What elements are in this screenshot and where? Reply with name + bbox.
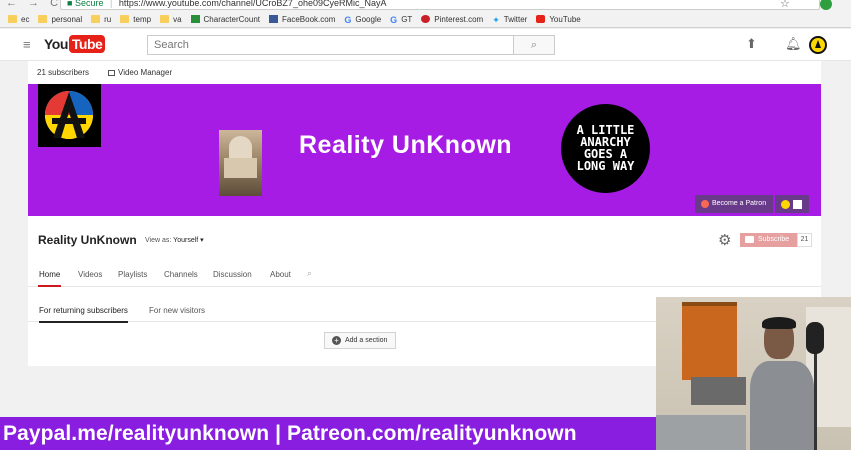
promo-text: Paypal.me/realityunknown | Patreon.com/r…	[3, 422, 577, 445]
video-manager-icon	[108, 70, 115, 76]
youtube-icon	[536, 15, 546, 23]
paypal-link-icon[interactable]	[793, 200, 802, 209]
bookmark-va[interactable]: va	[160, 15, 182, 24]
capitol-image	[219, 130, 262, 196]
window-blinds	[682, 302, 737, 380]
bookmark-charactercount[interactable]: CharacterCount	[190, 15, 260, 24]
folder-icon	[91, 15, 101, 23]
tab-playlists[interactable]: Playlists	[118, 270, 147, 279]
tab-discussion[interactable]: Discussion	[213, 270, 252, 279]
bookmark-personal[interactable]: personal	[38, 15, 82, 24]
youtube-logo[interactable]: You Tube	[44, 35, 106, 53]
microphone	[806, 322, 824, 354]
subscribe-count: 21	[797, 233, 812, 247]
tab-home[interactable]: Home	[37, 270, 62, 287]
anarchy-link-icon[interactable]	[781, 200, 790, 209]
bookmark-pinterest[interactable]: Pinterest.com	[421, 15, 483, 24]
patreon-icon	[701, 200, 709, 208]
bookmark-ec[interactable]: ec	[8, 15, 29, 24]
tab-videos[interactable]: Videos	[78, 270, 102, 279]
bookmark-gt[interactable]: G GT	[390, 15, 412, 26]
url-input[interactable]: ■ Secure | https://www.youtube.com/chann…	[60, 0, 820, 10]
youtube-play-icon	[745, 236, 754, 243]
webcam-overlay	[656, 297, 851, 450]
channel-settings-gear-icon[interactable]: ⚙	[718, 231, 731, 249]
subscriber-count: 21 subscribers	[37, 68, 90, 77]
bookmark-star-icon[interactable]: ☆	[780, 0, 790, 10]
hamburger-menu-icon[interactable]: ≡	[23, 37, 31, 52]
extension-icon[interactable]	[820, 0, 832, 10]
bookmark-google[interactable]: G Google	[344, 15, 381, 26]
search-icon: ⌕	[530, 39, 538, 51]
tab-about[interactable]: About	[270, 270, 291, 279]
upload-icon[interactable]: ⬆	[746, 36, 757, 52]
bookmark-facebook[interactable]: FaceBook.com	[269, 15, 335, 24]
channel-banner: Reality UnKnown A LITTLE ANARCHY GOES A …	[28, 84, 821, 216]
channel-subbar: 21 subscribers Video Manager	[28, 61, 821, 84]
bookmark-youtube[interactable]: YouTube	[536, 15, 581, 24]
bookmark-temp[interactable]: temp	[120, 15, 151, 24]
browser-nav-icons[interactable]: ← → C	[6, 0, 62, 9]
channel-search-icon[interactable]: ⌕	[307, 268, 312, 279]
facebook-icon	[269, 15, 278, 23]
bookmarks-bar: ec personal ru temp va CharacterCount Fa…	[0, 11, 851, 28]
tab-returning-subscribers[interactable]: For returning subscribers	[39, 306, 128, 323]
notifications-bell-icon[interactable]: 🔔︎	[785, 36, 802, 52]
tab-channels[interactable]: Channels	[164, 270, 198, 279]
subscribe-button[interactable]: Subscribe	[740, 233, 797, 247]
browser-address-bar: ← → C ■ Secure | https://www.youtube.com…	[0, 0, 851, 11]
folder-icon	[160, 15, 170, 23]
become-patron-link[interactable]: Become a Patron	[695, 195, 773, 213]
charactercount-icon	[190, 15, 200, 23]
secure-label: Secure	[74, 0, 104, 8]
channel-name[interactable]: Reality UnKnown	[38, 233, 137, 247]
url-text: https://www.youtube.com/channel/UCroBZ7_…	[118, 0, 387, 8]
lock-icon: ■	[67, 0, 73, 8]
view-as-dropdown[interactable]: View as: Yourself ▾	[145, 236, 204, 244]
channel-header: Reality UnKnown View as: Yourself ▾ ⚙ Su…	[28, 216, 821, 261]
twitter-icon: ✦	[492, 15, 500, 25]
search-input[interactable]: Search	[147, 35, 514, 55]
folder-icon	[8, 15, 17, 23]
pinterest-icon	[421, 15, 431, 23]
anarchy-slogan-badge: A LITTLE ANARCHY GOES A LONG WAY	[561, 104, 650, 193]
google-icon: G	[344, 15, 352, 25]
banner-social-links	[775, 195, 809, 213]
google-translate-icon: G	[390, 15, 398, 25]
anarchy-logo-icon	[45, 91, 93, 139]
account-avatar[interactable]	[809, 36, 827, 54]
youtube-masthead: ≡ You Tube Search ⌕ ⬆ 🔔︎	[0, 29, 851, 61]
banner-title: Reality UnKnown	[299, 131, 513, 159]
channel-tabs: Home Videos Playlists Channels Discussio…	[28, 261, 821, 287]
add-section-button[interactable]: + Add a section	[324, 332, 396, 349]
channel-logo[interactable]	[38, 84, 101, 147]
bookmark-ru[interactable]: ru	[91, 15, 111, 24]
folder-icon	[120, 15, 130, 23]
search-button[interactable]: ⌕	[513, 35, 555, 55]
video-manager-link[interactable]: Video Manager	[108, 68, 172, 77]
tab-new-visitors[interactable]: For new visitors	[149, 306, 205, 315]
promo-overlay-bar: Paypal.me/realityunknown | Patreon.com/r…	[0, 417, 656, 450]
bookmark-twitter[interactable]: ✦ Twitter	[492, 15, 527, 26]
folder-icon	[38, 15, 48, 23]
plus-icon: +	[332, 336, 341, 345]
